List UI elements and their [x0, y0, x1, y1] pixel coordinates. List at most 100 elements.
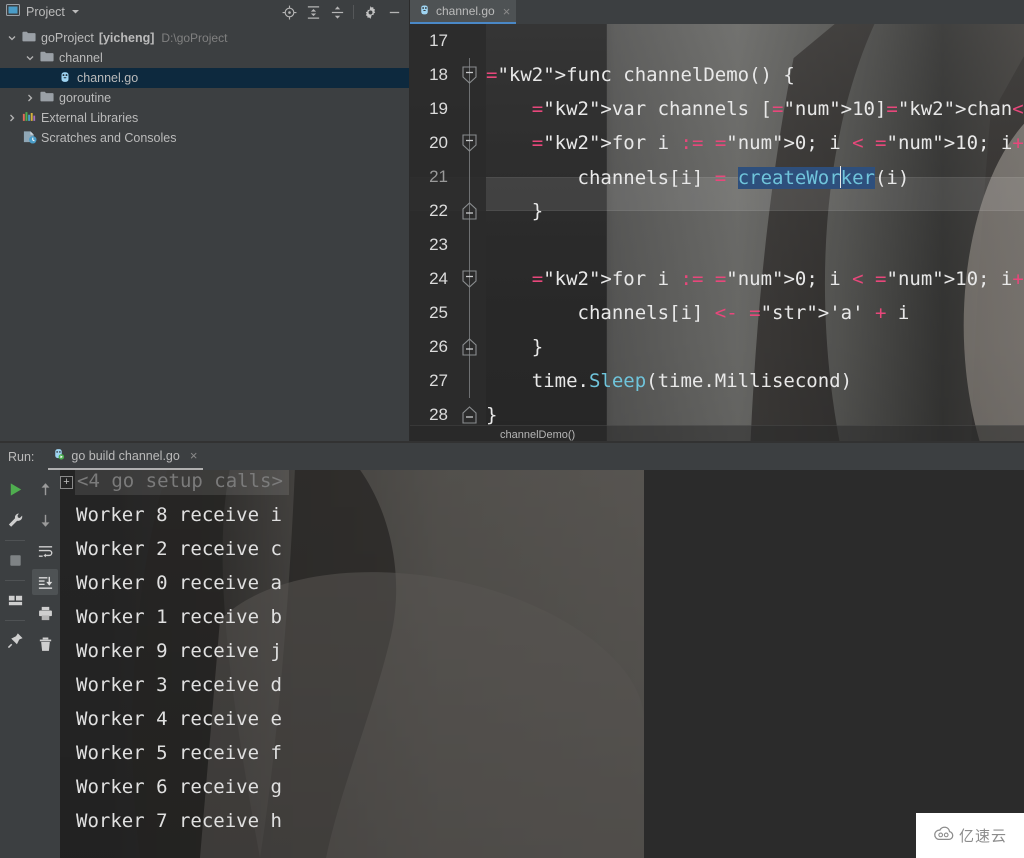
- watermark-text: 亿速云: [958, 828, 1007, 845]
- collapse-all-icon[interactable]: [326, 2, 348, 22]
- folder-icon: [22, 30, 36, 46]
- stop-icon[interactable]: [2, 547, 28, 573]
- chevron-down-icon[interactable]: [71, 3, 80, 21]
- console-line: Worker 2 receive c: [76, 538, 282, 560]
- code-line: 28}: [410, 398, 1024, 425]
- chevron-right-icon[interactable]: [4, 113, 20, 123]
- horizontal-splitter[interactable]: [0, 441, 1024, 443]
- toolbar-separator: [5, 580, 25, 581]
- fold-collapse-icon[interactable]: [462, 270, 477, 294]
- fold-gutter[interactable]: [454, 262, 486, 296]
- fold-expand-icon[interactable]: +: [60, 475, 73, 489]
- locate-icon[interactable]: [278, 2, 300, 22]
- code-text: ="kw2">for i := ="num">0; i < ="num">10;…: [531, 132, 1024, 154]
- code-text: ="kw2">var channels [="num">10]="kw2">ch…: [531, 98, 1024, 120]
- fold-gutter[interactable]: [454, 364, 486, 398]
- fold-gutter[interactable]: [454, 398, 486, 425]
- soft-wrap-icon[interactable]: [32, 538, 58, 564]
- fold-collapse-icon[interactable]: [462, 66, 477, 90]
- chevron-down-icon[interactable]: [4, 33, 20, 43]
- tree-row[interactable]: goProject [yicheng] D:\goProject: [0, 28, 409, 48]
- breadcrumb-label: channelDemo(): [500, 428, 576, 441]
- fold-end-icon[interactable]: [462, 406, 477, 425]
- run-toolbar: [0, 470, 60, 858]
- tree-item-label: External Libraries: [41, 111, 139, 125]
- line-number: 18: [429, 65, 448, 84]
- code-line: 21 channels[i] = createWorker(i): [410, 160, 1024, 194]
- code-line: 25 channels[i] <- ="str">'a' + i: [410, 296, 1024, 330]
- project-panel-tools: [278, 2, 405, 22]
- tree-item-icon: [20, 30, 38, 46]
- layout-icon[interactable]: [2, 587, 28, 613]
- console-line: Worker 3 receive d: [76, 674, 282, 696]
- fold-gutter[interactable]: [454, 24, 486, 58]
- tree-row[interactable]: channel.go: [0, 68, 409, 88]
- console-line: Worker 1 receive b: [76, 606, 282, 628]
- code-text: }: [486, 336, 544, 358]
- tree-item-label: Scratches and Consoles: [41, 131, 177, 145]
- fold-gutter[interactable]: [454, 92, 486, 126]
- fold-gutter[interactable]: [454, 194, 486, 228]
- editor-area: channel.go × 17 18 ="kw2">func channelDemo…: [410, 0, 1024, 443]
- console-fold-region[interactable]: + <4 go setup calls>: [60, 470, 1024, 498]
- tree-row[interactable]: Scratches and Consoles: [0, 128, 409, 148]
- scroll-to-end-icon[interactable]: [32, 569, 58, 595]
- code-text: }: [486, 404, 498, 425]
- go-run-icon: [52, 447, 65, 464]
- line-number: 24: [429, 269, 448, 288]
- tree-item-label: channel.go: [77, 71, 139, 85]
- tree-item-path: D:\goProject: [161, 31, 228, 45]
- code-text: time.Sleep(time.Millisecond): [486, 370, 853, 392]
- toolbar-separator: [353, 5, 354, 19]
- code-line: 20 ="kw2">for i := ="num">0; i < ="num">…: [410, 126, 1024, 160]
- fold-gutter[interactable]: [454, 58, 486, 92]
- code-line: 22 }: [410, 194, 1024, 228]
- tree-item-label: goroutine: [59, 91, 112, 105]
- rerun-icon[interactable]: [2, 476, 28, 502]
- arrow-down-icon[interactable]: [32, 507, 58, 533]
- fold-end-icon[interactable]: [462, 202, 477, 226]
- folder-icon: [40, 50, 54, 66]
- pin-icon[interactable]: [2, 627, 28, 653]
- scratches-icon: [22, 130, 37, 147]
- tree-row[interactable]: goroutine: [0, 88, 409, 108]
- tree-item-label: channel: [59, 51, 103, 65]
- fold-collapse-icon[interactable]: [462, 134, 477, 158]
- fold-gutter[interactable]: [454, 296, 486, 330]
- editor-tab-channel-go[interactable]: channel.go ×: [410, 0, 517, 24]
- tree-item-icon: [56, 70, 74, 87]
- expand-all-icon[interactable]: [302, 2, 324, 22]
- fold-gutter[interactable]: [454, 330, 486, 364]
- line-number: 28: [429, 405, 448, 424]
- console-line: Worker 6 receive g: [76, 776, 282, 798]
- project-icon: [6, 3, 20, 22]
- gear-icon[interactable]: [359, 2, 381, 22]
- console-line: Worker 0 receive a: [76, 572, 282, 594]
- go-file-icon: [418, 3, 431, 19]
- line-number: 23: [429, 235, 448, 254]
- run-tab-go-build[interactable]: go build channel.go ×: [48, 443, 204, 470]
- project-panel-title[interactable]: Project: [6, 3, 80, 22]
- print-icon[interactable]: [32, 600, 58, 626]
- fold-end-icon[interactable]: [462, 338, 477, 362]
- wrench-icon[interactable]: [2, 507, 28, 533]
- chevron-right-icon[interactable]: [22, 93, 38, 103]
- fold-gutter[interactable]: [454, 126, 486, 160]
- tree-row[interactable]: External Libraries: [0, 108, 409, 128]
- fold-gutter[interactable]: [454, 228, 486, 262]
- console-output[interactable]: + <4 go setup calls> Worker 8 receive i W…: [60, 470, 1024, 858]
- trash-icon[interactable]: [32, 631, 58, 657]
- line-number: 25: [429, 303, 448, 322]
- run-toolbar-left-column: [0, 476, 30, 858]
- code-line: 17: [410, 24, 1024, 58]
- console-line: Worker 4 receive e: [76, 708, 282, 730]
- close-icon[interactable]: ×: [190, 448, 198, 463]
- arrow-up-icon[interactable]: [32, 476, 58, 502]
- fold-gutter[interactable]: [454, 160, 486, 194]
- code-viewport[interactable]: 17 18 ="kw2">func channelDemo() {19 ="kw2"…: [410, 24, 1024, 425]
- minimize-icon[interactable]: [383, 2, 405, 22]
- close-icon[interactable]: ×: [503, 4, 511, 19]
- tree-row[interactable]: channel: [0, 48, 409, 68]
- line-number: 27: [429, 371, 448, 390]
- chevron-down-icon[interactable]: [22, 53, 38, 63]
